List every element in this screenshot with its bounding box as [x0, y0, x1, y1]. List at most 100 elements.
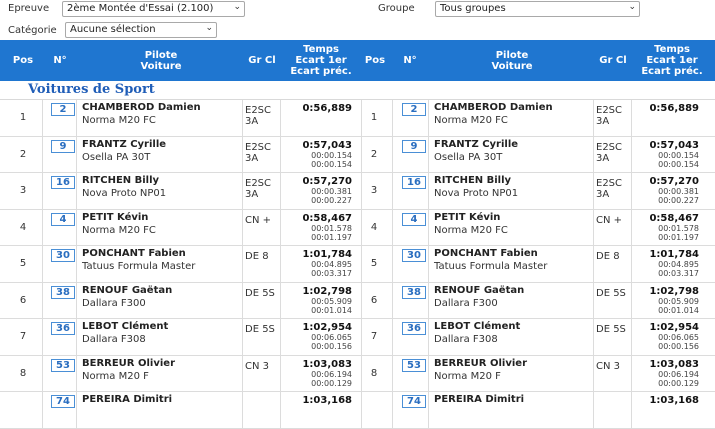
class-value: 3A [596, 116, 610, 127]
groupe-select[interactable]: Tous groupes ⌄ [435, 1, 640, 17]
time-cell: 1:01,784 00:04.895 00:03.317 [282, 249, 352, 278]
time-cell: 1:02,798 00:05.909 00:01.014 [629, 286, 699, 315]
class-value: 3A [245, 152, 259, 164]
time-cell: 0:57,270 00:00.381 00:00.227 [629, 176, 699, 205]
car-model: Tatuus Formula Master [434, 261, 548, 272]
categorie-select[interactable]: Aucune sélection ⌄ [65, 22, 217, 38]
car-model: Tatuus Formula Master [82, 261, 196, 272]
car-number-link[interactable]: 4 [51, 212, 75, 226]
car-model: Norma M20 F [434, 370, 501, 382]
car-number-link[interactable]: 36 [402, 322, 426, 335]
group-class: DE 5S [245, 288, 281, 299]
car-number-link[interactable]: 2 [402, 103, 426, 116]
column-divider [428, 282, 429, 319]
column-divider [392, 392, 393, 428]
col-pilote: Pilote [144, 50, 178, 61]
driver-name: RITCHEN Billy [82, 175, 160, 186]
group-class: DE 8 [596, 251, 632, 262]
table-row: 5 30 PONCHANT Fabien Tatuus Formula Master D… [0, 246, 715, 283]
car-model: Norma M20 F [82, 370, 149, 382]
column-divider [428, 355, 429, 392]
position-cell: 5 [19, 258, 27, 269]
car-number-link[interactable]: 53 [402, 358, 426, 372]
gap-to-previous: 00:00.156 [311, 342, 352, 351]
gap-to-previous: 00:00.129 [311, 378, 352, 388]
column-divider [242, 282, 243, 319]
group-class: CN 3 [596, 361, 632, 372]
car-number-link[interactable]: 16 [402, 176, 426, 189]
filter-bar: Epreuve 2ème Montée d'Essai (2.100) ⌄ Gr… [0, 0, 715, 40]
car-number-link[interactable]: 53 [51, 358, 75, 372]
categorie-select-value: Aucune sélection [70, 24, 156, 35]
col-pilote-voiture: Pilote Voiture [432, 50, 592, 72]
column-divider [361, 246, 362, 282]
group-class: DE 5S [245, 324, 281, 335]
time-cell: 0:57,270 00:00.381 00:00.227 [282, 176, 352, 205]
car-number-link[interactable]: 38 [402, 285, 426, 299]
lap-time: 1:03,083 [302, 358, 352, 370]
column-divider [242, 100, 243, 136]
car-number-link[interactable]: 30 [402, 249, 426, 262]
epreuve-select-value: 2ème Montée d'Essai (2.100) [67, 3, 214, 14]
position-cell: 4 [370, 221, 378, 233]
group-class: DE 5S [596, 288, 632, 299]
lap-time: 1:03,083 [649, 358, 699, 370]
position-cell: 7 [370, 331, 378, 342]
driver-name: CHAMBEROD Damien [434, 102, 553, 113]
gap-to-leader: 00:05.909 [658, 296, 699, 306]
gap-to-leader: 00:06.194 [658, 369, 699, 379]
driver-name: PETIT Kévin [82, 211, 149, 223]
epreuve-select[interactable]: 2ème Montée d'Essai (2.100) ⌄ [62, 1, 245, 17]
column-divider [428, 319, 429, 355]
group-class: E2SC 3A [596, 105, 632, 127]
car-number-link[interactable]: 9 [51, 139, 75, 153]
col-ecart1: Ecart 1er [646, 55, 698, 66]
driver-name: PONCHANT Fabien [82, 248, 186, 259]
position-cell: 1 [19, 112, 27, 123]
position-cell: 2 [19, 148, 27, 160]
group-value: CN 3 [245, 360, 270, 372]
driver-name: FRANTZ Cyrille [82, 138, 167, 150]
car-model: Dallara F308 [434, 334, 498, 345]
class-value: 3A [596, 152, 610, 164]
time-cell: 0:56,889 [629, 103, 699, 114]
column-divider [428, 392, 429, 428]
driver-name: RENOUF Gaëtan [434, 284, 525, 296]
lap-time: 1:02,954 [302, 322, 352, 333]
column-divider [361, 136, 362, 173]
column-divider [242, 136, 243, 173]
group-value: E2SC [596, 105, 623, 116]
car-number-link[interactable]: 2 [51, 103, 75, 116]
column-divider [392, 319, 393, 355]
column-divider [242, 246, 243, 282]
chevron-down-icon: ⌄ [628, 2, 636, 12]
car-number-link[interactable]: 4 [402, 212, 426, 226]
gap-to-previous: 00:01.197 [311, 232, 352, 242]
groupe-select-value: Tous groupes [440, 3, 506, 14]
car-number-link[interactable]: 9 [402, 139, 426, 153]
column-divider [76, 173, 77, 209]
lap-time: 1:03,168 [649, 395, 699, 406]
position-cell: 5 [370, 258, 378, 269]
position-cell: 3 [370, 185, 378, 196]
table-row: 7 36 LEBOT Clément Dallara F308 DE 5S 1:02,95… [0, 319, 715, 356]
car-number-link[interactable]: 74 [402, 395, 426, 408]
car-number-link[interactable]: 36 [51, 322, 75, 335]
car-model: Dallara F300 [82, 297, 146, 309]
group-value: CN 3 [596, 360, 621, 372]
column-divider [76, 136, 77, 173]
gap-to-previous: 00:00.227 [658, 196, 699, 205]
group-value: E2SC [245, 105, 272, 116]
time-cell: 1:02,954 00:06.065 00:00.156 [629, 322, 699, 351]
car-number-link[interactable]: 30 [51, 249, 75, 262]
gap-to-leader: 00:00.381 [311, 187, 352, 196]
car-number-link[interactable]: 38 [51, 285, 75, 299]
lap-time: 0:56,889 [302, 103, 352, 114]
time-cell: 1:03,168 [629, 395, 699, 406]
group-value: E2SC [245, 141, 272, 153]
column-divider [242, 173, 243, 209]
driver-name: LEBOT Clément [82, 321, 169, 332]
car-number-link[interactable]: 74 [51, 395, 75, 408]
car-number-link[interactable]: 16 [51, 176, 75, 189]
column-divider [428, 209, 429, 246]
